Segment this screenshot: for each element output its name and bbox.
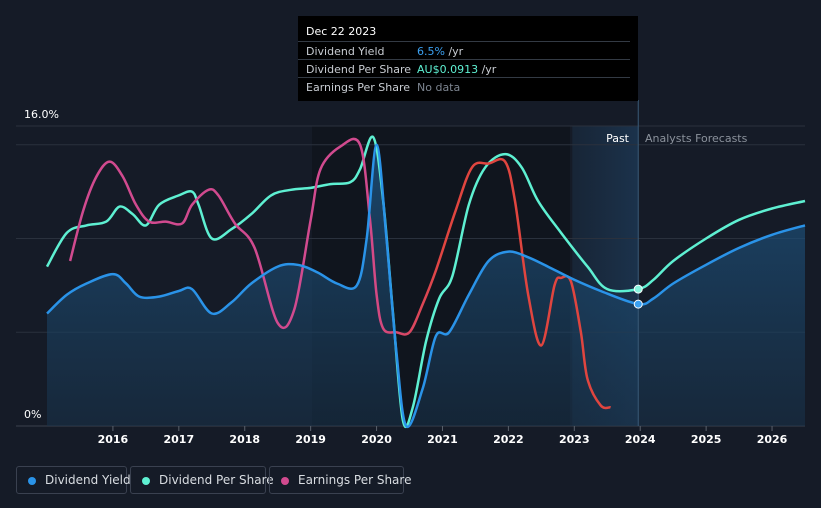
y-tick-bottom: 0% xyxy=(24,408,41,421)
tooltip-label: Dividend Yield xyxy=(306,45,385,58)
x-tick-label: 2020 xyxy=(361,433,392,446)
legend-dot-icon xyxy=(281,477,289,485)
tooltip-value: AU$0.0913 /yr xyxy=(417,63,497,76)
x-tick-label: 2018 xyxy=(229,433,260,446)
tooltip-row-dividend-per-share: Dividend Per Share AU$0.0913 /yr xyxy=(298,59,630,78)
tooltip-row-dividend-yield: Dividend Yield 6.5% /yr xyxy=(298,41,630,60)
tooltip-row-earnings-per-share: Earnings Per Share No data xyxy=(298,77,630,96)
x-tick-label: 2016 xyxy=(98,433,129,446)
x-tick-label: 2024 xyxy=(625,433,656,446)
tooltip-label: Earnings Per Share xyxy=(306,81,411,94)
legend-dividend-yield[interactable]: Dividend Yield xyxy=(16,466,131,494)
highlight-point xyxy=(633,299,643,309)
forecast-label: Analysts Forecasts xyxy=(645,132,748,145)
tooltip-value: No data xyxy=(417,81,461,94)
legend-dot-icon xyxy=(28,477,36,485)
x-axis-ticks: 2016 2017 2018 2019 2020 2021 2022 2023 2024 2025… xyxy=(98,426,788,446)
x-tick-label: 2025 xyxy=(691,433,722,446)
x-tick-label: 2019 xyxy=(295,433,326,446)
legend-dividend-per-share[interactable]: Dividend Per Share xyxy=(130,466,274,494)
x-tick-label: 2021 xyxy=(427,433,458,446)
x-tick-label: 2023 xyxy=(559,433,590,446)
legend-earnings-per-share[interactable]: Earnings Per Share xyxy=(269,466,411,494)
tooltip-value: 6.5% /yr xyxy=(417,45,464,58)
legend-dot-icon xyxy=(142,477,150,485)
tooltip-date: Dec 22 2023 xyxy=(306,25,377,38)
tooltip-label: Dividend Per Share xyxy=(306,63,412,76)
past-label: Past xyxy=(606,132,630,145)
x-tick-label: 2026 xyxy=(757,433,788,446)
highlight-point xyxy=(633,284,643,294)
x-tick-label: 2022 xyxy=(493,433,524,446)
hover-tooltip: Dec 22 2023 Dividend Yield 6.5% /yr Divi… xyxy=(298,16,638,101)
y-tick-top: 16.0% xyxy=(24,108,59,121)
x-tick-label: 2017 xyxy=(164,433,195,446)
